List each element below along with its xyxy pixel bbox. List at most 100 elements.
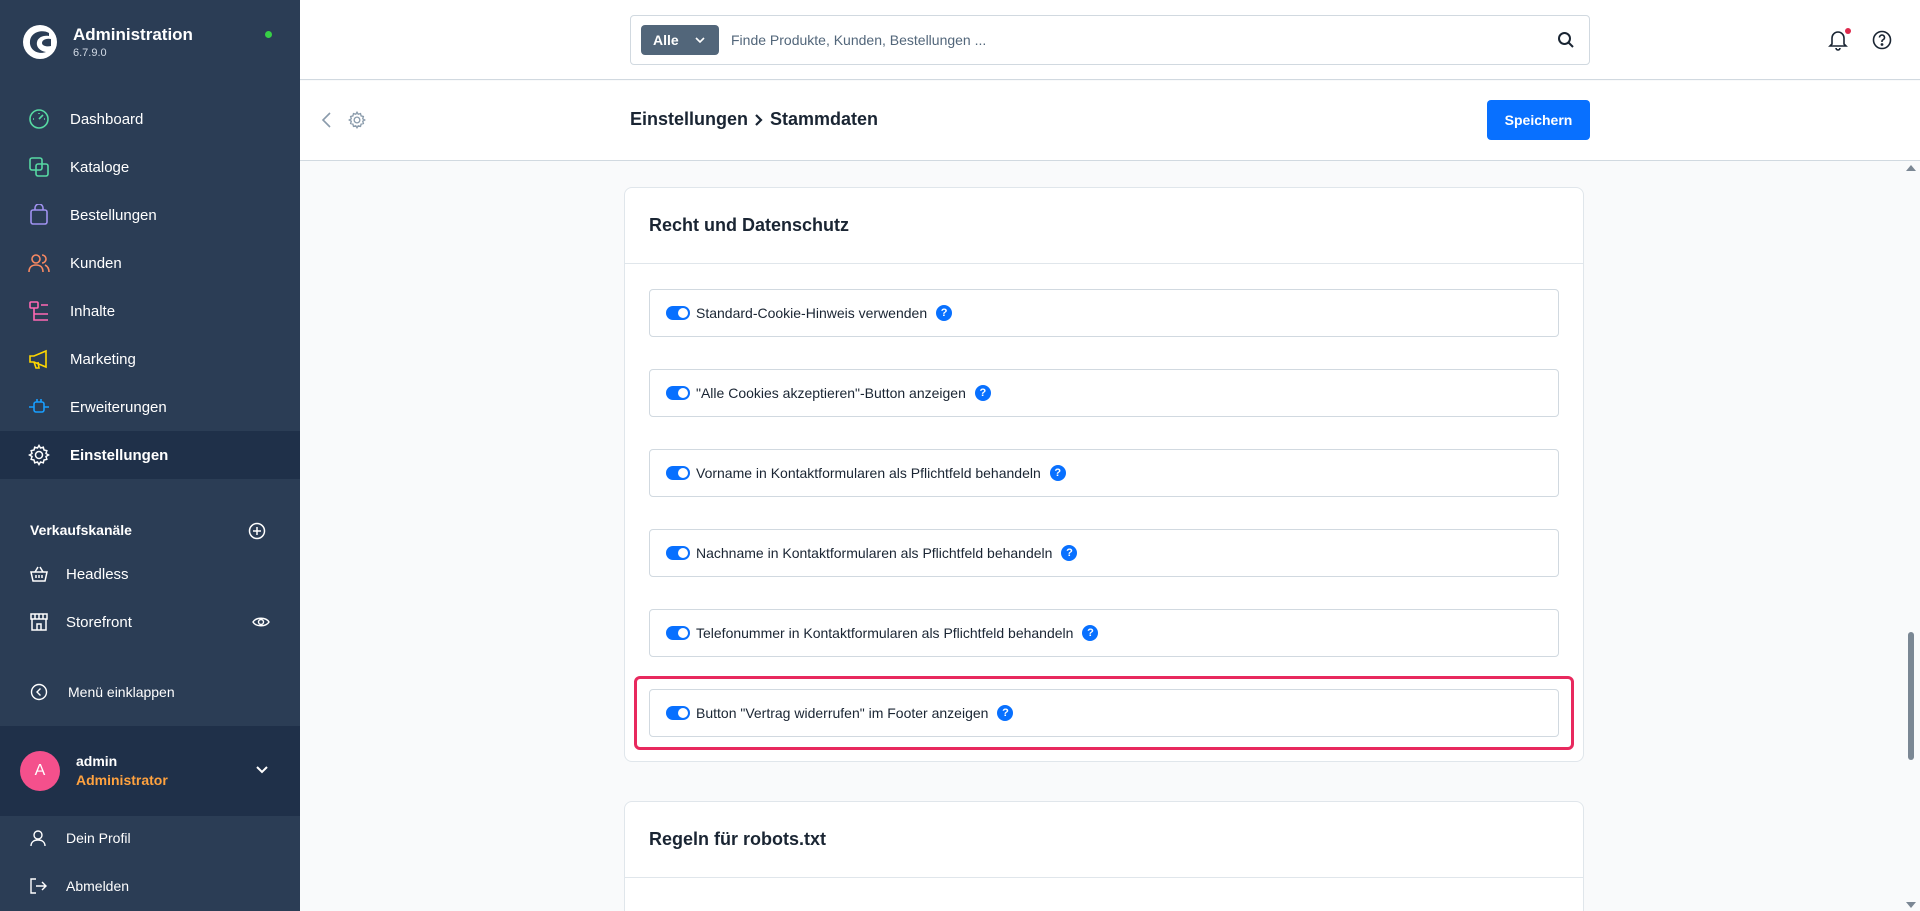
help-tooltip-icon[interactable]: ? xyxy=(974,385,991,401)
toggle-row: Button "Vertrag widerrufen" im Footer an… xyxy=(649,689,1559,737)
nav-item-erweiterungen[interactable]: Erweiterungen xyxy=(0,383,300,431)
nav-item-label: Kunden xyxy=(70,254,122,272)
nav-item-einstellungen[interactable]: Einstellungen xyxy=(0,431,300,479)
search-icon[interactable] xyxy=(1557,31,1575,49)
logout-link[interactable]: Abmelden xyxy=(0,862,300,910)
toggle-switch[interactable] xyxy=(666,626,690,640)
brand: Administration 6.7.9.0 xyxy=(0,0,300,86)
sales-channel-headless[interactable]: Headless xyxy=(0,550,300,598)
main-nav: Dashboard Kataloge Bestellungen Kunden I… xyxy=(0,95,300,479)
user-role: Administrator xyxy=(76,772,168,788)
toggle-switch[interactable] xyxy=(666,706,690,720)
privacy-card: Recht und Datenschutz Standard-Cookie-Hi… xyxy=(624,187,1584,762)
global-search: Alle xyxy=(630,15,1590,65)
help-tooltip-icon[interactable]: ? xyxy=(1061,545,1078,561)
plug-icon xyxy=(29,399,49,413)
help-tooltip-icon[interactable]: ? xyxy=(1049,465,1066,481)
toggle-row: Vorname in Kontaktformularen als Pflicht… xyxy=(649,449,1559,497)
add-circle-icon[interactable] xyxy=(248,522,266,540)
back-chevron-icon[interactable] xyxy=(320,111,332,129)
toggle-switch[interactable] xyxy=(666,546,690,560)
save-button[interactable]: Speichern xyxy=(1487,100,1590,140)
nav-item-label: Marketing xyxy=(70,350,136,368)
toggle-label: Nachname in Kontaktformularen als Pflich… xyxy=(696,545,1053,561)
basket-icon xyxy=(30,566,48,582)
gear-icon[interactable] xyxy=(348,111,366,129)
logout-label: Abmelden xyxy=(66,878,130,894)
nav-item-label: Inhalte xyxy=(70,302,116,320)
chevron-left-circle-icon xyxy=(30,683,48,701)
help-icon[interactable] xyxy=(1872,30,1892,50)
nav-item-dashboard[interactable]: Dashboard xyxy=(0,95,300,143)
sales-channel-storefront[interactable]: Storefront xyxy=(0,598,300,646)
toggle-switch[interactable] xyxy=(666,466,690,480)
avatar: A xyxy=(20,751,60,791)
scroll-up-arrow[interactable] xyxy=(1906,165,1916,171)
nav-item-bestellungen[interactable]: Bestellungen xyxy=(0,191,300,239)
toggle-label: Button "Vertrag widerrufen" im Footer an… xyxy=(696,705,989,721)
help-tooltip-icon[interactable]: ? xyxy=(997,705,1014,721)
scrollbar[interactable] xyxy=(1902,162,1920,911)
logout-icon xyxy=(30,878,47,894)
content-icon xyxy=(29,301,48,321)
user-icon xyxy=(30,830,46,847)
smart-bar: Einstellungen Stammdaten Speichern xyxy=(300,81,1920,161)
gauge-icon xyxy=(29,109,49,129)
shopping-bag-icon xyxy=(30,204,48,225)
search-input[interactable] xyxy=(731,26,1531,54)
toggle-switch[interactable] xyxy=(666,386,690,400)
user-menu[interactable]: A admin Administrator xyxy=(0,726,300,816)
robots-card: Regeln für robots.txt xyxy=(624,801,1584,911)
nav-item-label: Dashboard xyxy=(70,110,144,128)
nav-item-label: Kataloge xyxy=(70,158,130,176)
nav-item-inhalte[interactable]: Inhalte xyxy=(0,287,300,335)
gear-icon xyxy=(28,444,50,466)
sales-channel-label: Storefront xyxy=(66,613,132,631)
products-icon xyxy=(29,157,49,177)
notification-badge xyxy=(1845,28,1851,34)
nav-item-label: Bestellungen xyxy=(70,206,157,224)
toggle-switch[interactable] xyxy=(666,306,690,320)
help-tooltip-icon[interactable]: ? xyxy=(1082,625,1099,641)
collapse-menu-button[interactable]: Menü einklappen xyxy=(0,668,300,716)
sales-channels-title: Verkaufskanäle xyxy=(30,522,132,538)
toggle-label: "Alle Cookies akzeptieren"-Button anzeig… xyxy=(696,385,966,401)
eye-icon[interactable] xyxy=(252,614,270,630)
breadcrumb-current: Stammdaten xyxy=(770,109,879,129)
profile-label: Dein Profil xyxy=(66,830,131,846)
toggle-row: Standard-Cookie-Hinweis verwenden ? xyxy=(649,289,1559,337)
search-type-label: Alle xyxy=(653,32,679,48)
chevron-down-icon xyxy=(695,37,705,44)
chevron-right-icon xyxy=(755,113,763,126)
scroll-down-arrow[interactable] xyxy=(1906,902,1916,908)
online-status-dot xyxy=(265,31,272,38)
search-type-dropdown[interactable]: Alle xyxy=(641,25,719,55)
breadcrumb: Einstellungen Stammdaten xyxy=(630,109,878,130)
breadcrumb-item[interactable]: Einstellungen xyxy=(630,109,748,130)
card-title: Regeln für robots.txt xyxy=(625,802,1583,878)
nav-item-kataloge[interactable]: Kataloge xyxy=(0,143,300,191)
toggle-row: Telefonummer in Kontaktformularen als Pf… xyxy=(649,609,1559,657)
top-bar: Alle xyxy=(300,0,1920,80)
nav-item-marketing[interactable]: Marketing xyxy=(0,335,300,383)
brand-title: Administration xyxy=(73,25,193,44)
shopware-logo-icon xyxy=(23,25,57,59)
toggle-row: Nachname in Kontaktformularen als Pflich… xyxy=(649,529,1559,577)
toggle-label: Vorname in Kontaktformularen als Pflicht… xyxy=(696,465,1041,481)
card-title: Recht und Datenschutz xyxy=(625,188,1583,264)
megaphone-icon xyxy=(29,349,47,369)
help-tooltip-icon[interactable]: ? xyxy=(936,305,953,321)
sales-channel-label: Headless xyxy=(66,565,129,583)
users-icon xyxy=(28,254,50,273)
profile-link[interactable]: Dein Profil xyxy=(0,814,300,862)
nav-item-kunden[interactable]: Kunden xyxy=(0,239,300,287)
nav-item-label: Einstellungen xyxy=(70,446,169,464)
user-name: admin xyxy=(76,753,118,769)
toggle-row: "Alle Cookies akzeptieren"-Button anzeig… xyxy=(649,369,1559,417)
chevron-down-icon[interactable] xyxy=(255,765,269,775)
toggle-label: Standard-Cookie-Hinweis verwenden xyxy=(696,305,928,321)
storefront-icon xyxy=(30,613,48,631)
nav-item-label: Erweiterungen xyxy=(70,398,167,416)
collapse-menu-label: Menü einklappen xyxy=(68,684,175,700)
scrollbar-thumb[interactable] xyxy=(1908,632,1914,760)
